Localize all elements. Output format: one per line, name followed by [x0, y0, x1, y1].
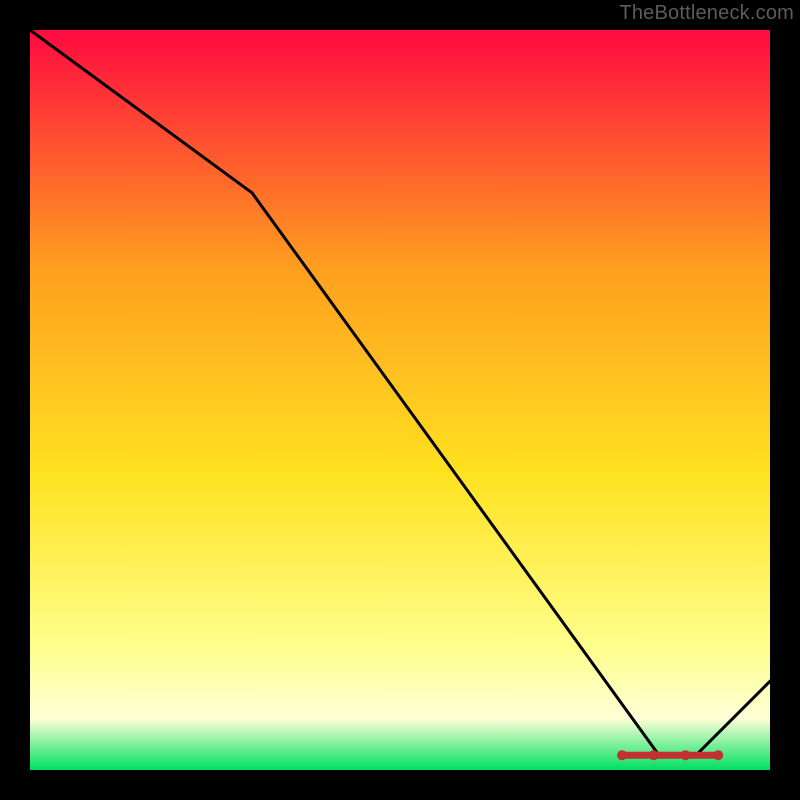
marker-dot — [681, 750, 691, 760]
plot-area — [30, 30, 770, 770]
watermark-text: TheBottleneck.com — [619, 2, 794, 25]
chart-background — [30, 30, 770, 770]
chart-svg — [30, 30, 770, 770]
chart-frame: TheBottleneck.com — [0, 0, 800, 800]
marker-dot — [617, 750, 627, 760]
marker-dot — [713, 750, 723, 760]
marker-dot — [649, 750, 659, 760]
